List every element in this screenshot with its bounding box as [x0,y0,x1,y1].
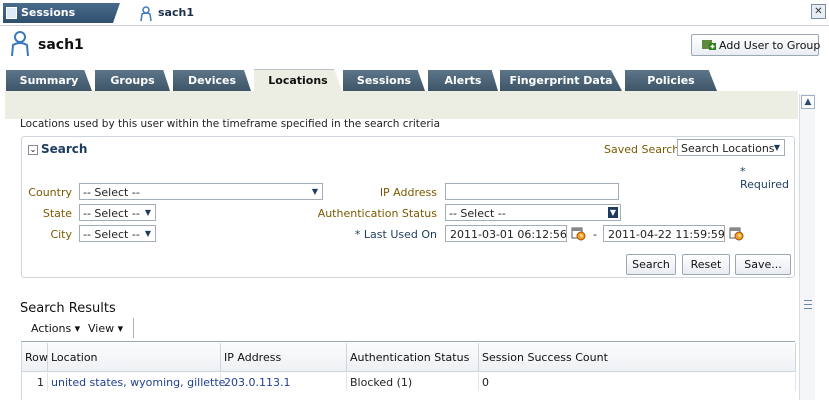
add-user-to-group-button[interactable]: Add User to Group [691,34,820,56]
sessions-icon [6,7,17,19]
tab-sessions[interactable]: Sessions [343,70,425,91]
actions-menu[interactable]: Actions ▾ [31,322,80,335]
calendar-icon[interactable] [571,226,586,241]
tab-alerts[interactable]: Alerts [428,70,498,91]
chevron-down-icon: ▼ [144,208,152,217]
date-range-separator: - [593,228,597,241]
tab-fingerprint-data[interactable]: Fingerprint Data [500,70,622,91]
calendar-icon[interactable] [729,226,744,241]
table-cell-session-success-count: 0 [479,373,796,391]
authentication-status-label: Authentication Status [317,207,437,220]
column-header-authentication-status[interactable]: Authentication Status [347,343,479,372]
chevron-down-icon: ▼ [144,229,152,238]
table-cell-ip-address[interactable]: 203.0.113.1 [221,373,347,391]
add-group-icon [702,40,716,50]
results-toolbar: Actions ▾ View ▾ [20,318,134,338]
country-select[interactable]: -- Select -- ▼ [79,183,323,200]
column-header-session-success-count[interactable]: Session Success Count [479,343,796,372]
tab-locations[interactable]: Locations [254,69,342,91]
chevron-down-icon: ▼ [608,207,618,218]
save-button[interactable]: Save... [735,254,791,275]
scroll-thumb-grip[interactable] [804,300,812,309]
state-label: State [42,207,72,220]
country-label: Country [28,186,72,199]
saved-search-select[interactable]: Search Locations ▼ [677,139,785,156]
results-table: Row Location IP Address Authentication S… [21,341,796,400]
date-from-input[interactable]: 2011-03-01 06:12:56 PM [445,225,567,242]
ip-address-label: IP Address [379,186,437,199]
saved-search-label: Saved Search [604,143,680,156]
chevron-down-icon: ▼ [311,187,319,196]
user-icon [11,31,29,57]
column-header-location[interactable]: Location [48,343,221,372]
required-note: * Required [740,165,789,191]
tab-devices[interactable]: Devices [173,70,251,91]
scroll-up-icon[interactable]: ▲ [801,95,815,109]
doc-tab-sessions[interactable]: Sessions [3,3,120,23]
tab-summary[interactable]: Summary [6,70,92,91]
view-menu[interactable]: View ▾ [88,322,123,335]
doc-tab-user[interactable]: sach1 [140,6,194,22]
collapse-icon: ⌄ [28,145,38,155]
search-toggle[interactable]: ⌄ Search [28,142,87,156]
user-icon [140,6,152,22]
search-button[interactable]: Search [626,254,676,275]
city-label: City [50,228,72,241]
tab-groups[interactable]: Groups [95,70,170,91]
vertical-scrollbar[interactable]: ▲ [799,94,815,400]
page-title: sach1 [38,37,84,53]
reset-button[interactable]: Reset [682,254,730,275]
ip-address-input[interactable] [445,183,619,200]
search-results-title: Search Results [20,301,116,316]
state-select[interactable]: -- Select -- ▼ [79,204,156,221]
close-icon[interactable]: ✕ [811,4,826,19]
document-tab-bar: Sessions sach1 ✕ [0,0,829,26]
table-cell-location[interactable]: united states, wyoming, gillette [48,373,225,391]
last-used-on-label: * Last Used On [354,228,437,241]
authentication-status-select[interactable]: -- Select -- ▼ [445,204,621,221]
city-select[interactable]: -- Select -- ▼ [79,225,156,242]
search-panel: ⌄ Search Saved Search Search Locations ▼ … [21,136,795,278]
description-text: Locations used by this user within the t… [20,118,441,130]
table-cell-authentication-status: Blocked (1) [347,373,479,391]
column-header-row[interactable]: Row [22,343,48,372]
chevron-down-icon: ▼ [773,143,781,152]
column-header-ip-address[interactable]: IP Address [221,343,347,372]
tab-policies[interactable]: Policies [625,70,717,91]
table-cell-row: 1 [22,373,48,391]
tab-content-header [5,91,798,119]
date-to-input[interactable]: 2011-04-22 11:59:59 PM [603,225,725,242]
tab-bar: Summary Groups Devices Locations Session… [0,69,829,91]
